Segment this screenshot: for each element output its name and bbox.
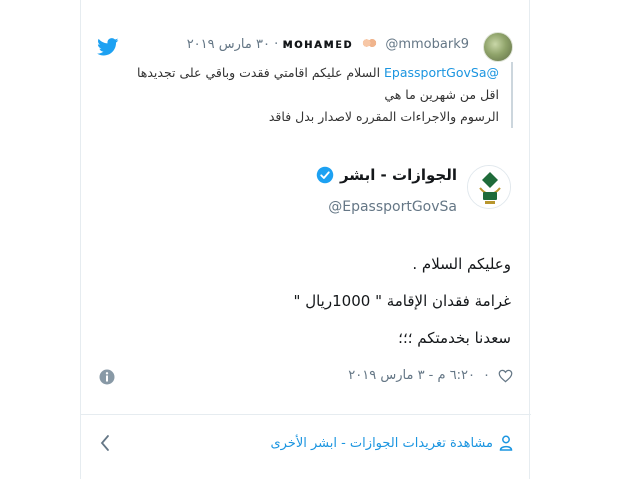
quoted-author-handle[interactable]: @mmobark9 [385, 37, 469, 52]
heart-icon[interactable] [498, 369, 513, 383]
tweet-line-3: سعدنا بخدمتكم ؛؛؛ [398, 329, 511, 347]
twitter-bird-icon[interactable] [97, 38, 119, 56]
quoted-separator: · [274, 37, 279, 52]
tweet-line-2: غرامة فقدان الإقامة " 1000ريال " [293, 292, 511, 310]
quoted-tweet-text: @EpassportGovSa السلام عليكم اقامتي فقدت… [123, 62, 513, 128]
more-tweets-link[interactable]: مشاهدة تغريدات الجوازات - ابشر الأخرى [270, 435, 513, 451]
chevron-left-icon[interactable] [99, 434, 111, 452]
tweet-timestamp[interactable]: ٦:٢٠ م - ٣ مارس ٢٠١٩ [348, 368, 475, 383]
tweet-footer: ٠ ٦:٢٠ م - ٣ مارس ٢٠١٩ [81, 366, 531, 392]
tweet-line-1: وعليكم السلام . [412, 255, 511, 273]
like-count[interactable]: ٠ [483, 368, 490, 383]
passports-logo-icon [468, 166, 510, 208]
info-icon[interactable] [99, 369, 115, 385]
quoted-tweet[interactable]: ᴍᴏнᴀᴍᴇᴅ @mmobark9 · ٣٠ مارس ٢٠١٩ @Epassp… [81, 28, 531, 138]
likes-and-time: ٠ ٦:٢٠ م - ٣ مارس ٢٠١٩ [348, 368, 513, 383]
tweet-text: وعليكم السلام . غرامة فقدان الإقامة " 10… [101, 254, 511, 365]
quoted-author-name[interactable]: ᴍᴏнᴀᴍᴇᴅ [282, 37, 353, 52]
quoted-timestamp[interactable]: ٣٠ مارس ٢٠١٩ [187, 37, 270, 52]
more-tweets-label: مشاهدة تغريدات الجوازات - ابشر الأخرى [270, 435, 493, 451]
author-handle[interactable]: @EpassportGovSa [328, 199, 457, 215]
quoted-author-avatar[interactable] [483, 32, 513, 62]
author-name[interactable]: الجوازات - ابشر [340, 166, 457, 184]
person-icon [499, 435, 513, 451]
quoted-tweet-header: ᴍᴏнᴀᴍᴇᴅ @mmobark9 · ٣٠ مارس ٢٠١٩ [187, 36, 475, 52]
more-tweets-row: مشاهدة تغريدات الجوازات - ابشر الأخرى [81, 430, 531, 460]
author-avatar[interactable] [467, 165, 511, 209]
mention-link[interactable]: @EpassportGovSa [384, 65, 499, 80]
verified-badge-icon [316, 166, 334, 184]
divider [81, 414, 531, 415]
author-name-row: الجوازات - ابشر [316, 166, 457, 184]
emoji-icon [361, 36, 378, 50]
quoted-text-line-2: الرسوم والاجراءات المقرره لاصدار بدل فاق… [268, 109, 499, 124]
embedded-tweet-card: ᴍᴏнᴀᴍᴇᴅ @mmobark9 · ٣٠ مارس ٢٠١٩ @Epassp… [80, 0, 531, 479]
